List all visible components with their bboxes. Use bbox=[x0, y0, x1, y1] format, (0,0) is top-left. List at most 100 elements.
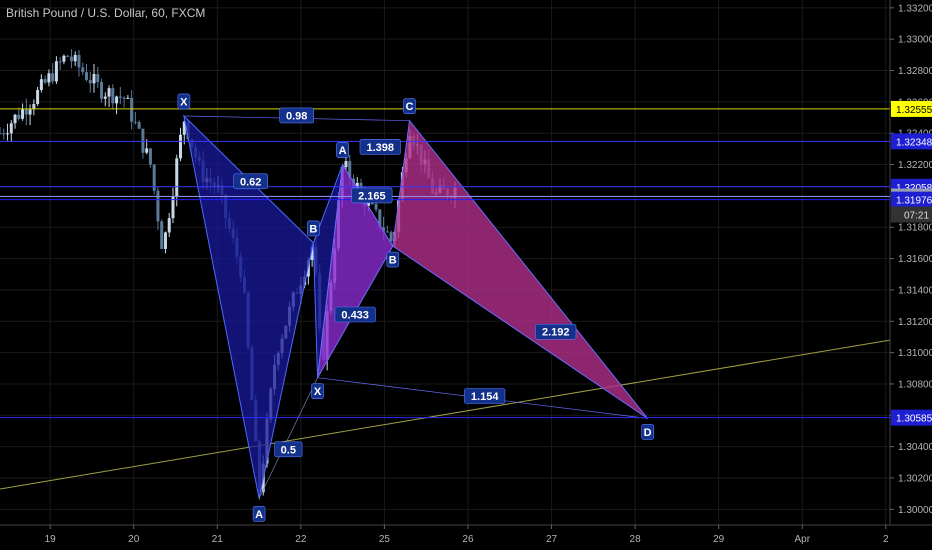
level-label-4: 1.31976 bbox=[896, 196, 932, 207]
y-axis-bg bbox=[890, 0, 932, 550]
y-tick-label-2: 1.30400 bbox=[898, 442, 932, 453]
pattern1-point-X: X bbox=[180, 96, 188, 108]
pattern1-xab-triangle bbox=[183, 114, 314, 499]
candle-body bbox=[96, 74, 100, 83]
candle-body bbox=[6, 133, 10, 135]
level-label-5: 1.30585 bbox=[896, 414, 932, 425]
x-tick-label-7: 28 bbox=[630, 534, 642, 545]
candle-body bbox=[69, 56, 73, 62]
candle-body bbox=[2, 133, 6, 135]
candle-body bbox=[103, 96, 107, 99]
y-tick-label-8: 1.31600 bbox=[898, 254, 932, 265]
y-tick-label-14: 1.32800 bbox=[898, 66, 932, 77]
candle-body bbox=[137, 122, 141, 129]
candle-body bbox=[9, 123, 13, 134]
candle-body bbox=[133, 121, 137, 123]
x-tick-label-1: 20 bbox=[128, 534, 140, 545]
candle-body bbox=[389, 232, 393, 241]
x-tick-label-10: 2 bbox=[883, 534, 889, 545]
candle-body bbox=[0, 133, 2, 135]
candle-body bbox=[160, 221, 164, 249]
y-tick-label-16: 1.33200 bbox=[898, 3, 932, 14]
y-tick-label-0: 1.30000 bbox=[898, 505, 932, 516]
candle-body bbox=[122, 97, 126, 99]
pattern2-point-D: D bbox=[644, 427, 652, 439]
x-tick-label-3: 22 bbox=[295, 534, 307, 545]
x-tick-label-9: Apr bbox=[794, 534, 810, 545]
candle-body bbox=[130, 97, 134, 122]
candle-body bbox=[118, 96, 122, 98]
candle-body bbox=[107, 88, 111, 97]
pattern2-point-A: A bbox=[339, 145, 347, 157]
y-tick-label-6: 1.31200 bbox=[898, 317, 932, 328]
candle-body bbox=[28, 109, 32, 115]
pattern2-ratio-3: 2.192 bbox=[542, 327, 570, 339]
x-tick-label-6: 27 bbox=[546, 534, 558, 545]
candle-body bbox=[126, 97, 130, 99]
y-tick-label-5: 1.31000 bbox=[898, 348, 932, 359]
pattern2-ratio-1: 2.165 bbox=[358, 190, 386, 202]
candle-body bbox=[111, 88, 115, 104]
candle-body bbox=[58, 61, 62, 63]
pattern2-ratio-5: 0.98 bbox=[286, 110, 307, 122]
candle-body bbox=[81, 67, 85, 73]
price-chart[interactable]: XABCXABCD0.620.51.3982.1650.4332.1921.15… bbox=[0, 0, 932, 550]
candle-body bbox=[385, 231, 389, 233]
pattern2-ratio-4: 1.154 bbox=[471, 391, 499, 403]
pattern2-point-B: B bbox=[389, 255, 397, 267]
pattern1-ratio-0: 0.62 bbox=[240, 176, 261, 188]
candle-body bbox=[145, 148, 149, 153]
pattern2-ratio-0: 1.398 bbox=[366, 142, 394, 154]
candle-body bbox=[66, 55, 70, 57]
candle-body bbox=[374, 204, 378, 210]
candle-body bbox=[54, 61, 58, 82]
chart-title: British Pound / U.S. Dollar, 60, FXCM bbox=[6, 6, 206, 20]
candle-body bbox=[73, 54, 77, 62]
x-tick-label-2: 21 bbox=[212, 534, 224, 545]
candle-body bbox=[148, 148, 152, 165]
pattern2-ratio-2: 0.433 bbox=[341, 310, 369, 322]
candle-body bbox=[36, 90, 40, 105]
candle-body bbox=[92, 74, 96, 84]
pattern2-bcd-triangle bbox=[392, 119, 649, 419]
pattern1-point-B: B bbox=[309, 223, 317, 235]
candle-body bbox=[141, 128, 145, 153]
x-tick-label-8: 29 bbox=[713, 534, 725, 545]
candle-body bbox=[115, 96, 119, 104]
candle-body bbox=[62, 55, 66, 62]
candle-body bbox=[24, 108, 28, 115]
candle-body bbox=[156, 190, 160, 222]
y-tick-label-9: 1.31800 bbox=[898, 223, 932, 234]
pattern1-ratio-1: 0.5 bbox=[281, 444, 296, 456]
candle-body bbox=[17, 114, 21, 119]
candle-body bbox=[51, 73, 55, 82]
level-label-1: 1.32348 bbox=[896, 137, 932, 148]
candle-body bbox=[175, 158, 179, 197]
pattern2-point-C: C bbox=[406, 101, 414, 113]
y-tick-label-15: 1.33000 bbox=[898, 35, 932, 46]
candle-body bbox=[84, 72, 88, 81]
candle-body bbox=[43, 79, 47, 83]
y-tick-label-11: 1.32200 bbox=[898, 160, 932, 171]
candle-body bbox=[47, 73, 51, 83]
candle-body bbox=[100, 82, 104, 99]
candle-body bbox=[163, 232, 167, 249]
pattern1-point-A: A bbox=[255, 509, 263, 521]
candle-body bbox=[179, 134, 183, 159]
candle-body bbox=[88, 80, 92, 84]
x-tick-label-0: 19 bbox=[45, 534, 57, 545]
countdown-label: 07:21 bbox=[904, 211, 929, 222]
x-tick-label-5: 26 bbox=[462, 534, 474, 545]
candle-body bbox=[344, 161, 348, 168]
candle-body bbox=[13, 114, 17, 124]
y-tick-label-4: 1.30800 bbox=[898, 379, 932, 390]
y-tick-label-1: 1.30200 bbox=[898, 473, 932, 484]
pattern2-point-X: X bbox=[314, 386, 322, 398]
x-tick-label-4: 25 bbox=[379, 534, 391, 545]
candle-body bbox=[39, 79, 43, 91]
candle-body bbox=[21, 108, 25, 119]
candle-body bbox=[77, 54, 81, 68]
candle-body bbox=[167, 218, 171, 233]
level-label-0: 1.32555 bbox=[896, 105, 932, 116]
y-tick-label-7: 1.31400 bbox=[898, 285, 932, 296]
